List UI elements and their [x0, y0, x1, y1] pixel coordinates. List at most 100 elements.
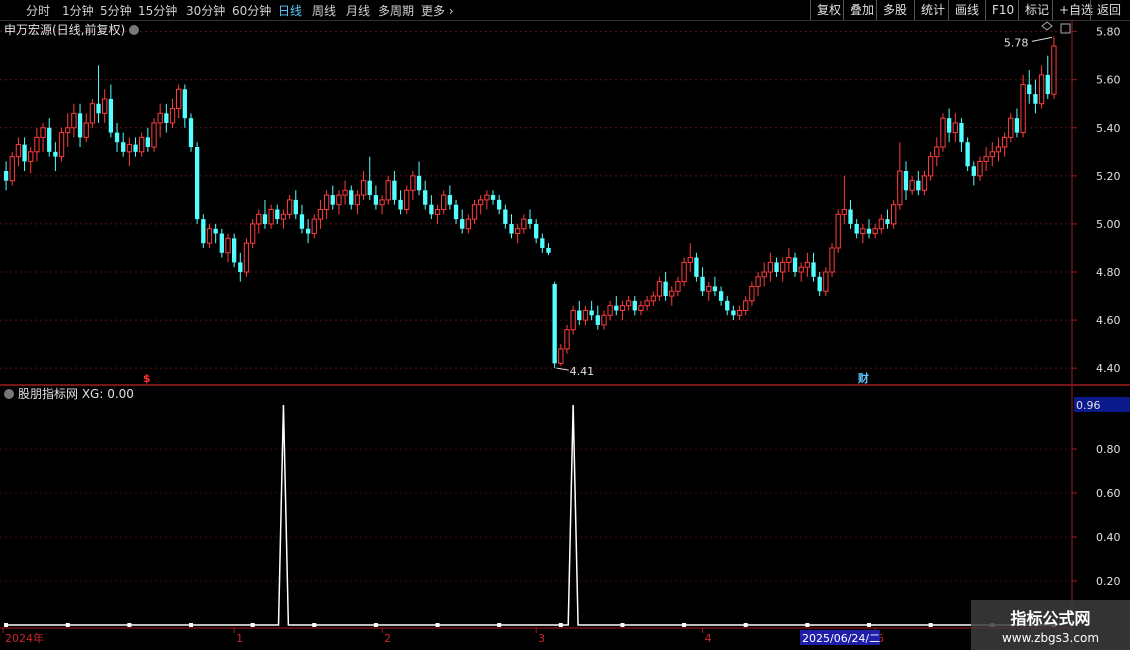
xg-point — [4, 623, 9, 627]
candle-body — [3, 171, 9, 181]
candle-body — [552, 284, 557, 364]
watermark-title: 指标公式网 — [1010, 609, 1091, 628]
candle-body — [625, 300, 632, 307]
candle-body — [416, 175, 422, 191]
candle-body — [916, 180, 921, 191]
main-ytick-label: 5.80 — [1096, 26, 1121, 39]
xtick-label: 2 — [384, 632, 391, 645]
candle-body — [527, 219, 533, 224]
main-ytick-label: 4.40 — [1096, 362, 1121, 375]
candle-body — [582, 309, 589, 321]
candle-body — [848, 209, 853, 224]
candle-body — [829, 247, 835, 273]
candle-body — [934, 146, 940, 158]
xg-point — [250, 623, 255, 627]
candle-body — [891, 204, 897, 225]
candle-body — [206, 228, 213, 244]
candle-body — [133, 144, 138, 152]
candle-body — [755, 276, 761, 287]
candle-body — [706, 285, 712, 292]
candle-body — [392, 180, 397, 200]
candle-body — [354, 194, 361, 206]
candle-body — [619, 305, 626, 311]
candle-body — [687, 257, 693, 263]
candle-body — [638, 305, 644, 311]
candle-body — [471, 204, 478, 220]
high-arrow — [1031, 36, 1053, 42]
candle-body — [323, 194, 330, 211]
candle-body — [330, 195, 335, 205]
candle-body — [515, 228, 521, 235]
candle-body — [897, 170, 903, 206]
candle-body — [40, 127, 46, 138]
candle-body — [77, 113, 83, 138]
candle-body — [465, 218, 472, 230]
candle-body — [373, 195, 379, 205]
xg-point — [497, 623, 502, 627]
candle-body — [1008, 117, 1014, 138]
xtick-label: 2024年 — [5, 631, 44, 645]
candle-body — [835, 213, 841, 249]
candle-body — [108, 98, 114, 133]
candle-body — [589, 310, 594, 316]
candle-body — [275, 209, 280, 220]
candle-body — [736, 309, 743, 316]
xg-point — [928, 623, 933, 627]
main-ytick-label: 5.60 — [1096, 74, 1121, 87]
xg-point — [188, 623, 193, 627]
candle-body — [700, 276, 705, 292]
candle-body — [447, 195, 453, 205]
candle-body — [546, 247, 551, 253]
candle-body — [182, 89, 187, 119]
candle-body — [268, 209, 274, 225]
watermark-url: www.zbgs3.com — [1001, 631, 1100, 645]
candle-body — [903, 171, 909, 191]
candle-body — [367, 180, 372, 196]
candle-body — [1051, 45, 1057, 95]
candle-body — [256, 213, 262, 225]
candle-body — [243, 242, 250, 273]
candle-body — [188, 118, 194, 148]
indicator-title: 股朋指标网 XG: 0.00 — [18, 386, 134, 401]
candle-body — [927, 156, 934, 177]
candle-body — [959, 122, 964, 143]
candle-body — [47, 127, 52, 152]
candle-body — [675, 281, 681, 292]
candle-body — [1045, 74, 1050, 95]
candle-body — [293, 199, 298, 215]
candle-body — [286, 199, 293, 215]
candle-body — [860, 228, 866, 235]
chevron-down-icon — [129, 25, 139, 35]
candle-body — [379, 199, 385, 206]
candle-body — [349, 190, 354, 205]
candle-body — [644, 300, 650, 307]
xg-point — [435, 623, 440, 627]
xg-point — [127, 623, 132, 627]
xtick-label: 4 — [705, 632, 712, 645]
candle-body — [731, 310, 736, 316]
candle-body — [139, 136, 145, 153]
candle-body — [225, 237, 231, 254]
candle-body — [305, 228, 311, 234]
candle-body — [195, 147, 200, 220]
candle-body — [946, 118, 952, 133]
current-value: 0.96 — [1076, 399, 1101, 412]
high-label: 5.78 — [1004, 36, 1029, 49]
candle-body — [53, 151, 58, 157]
candle-body — [176, 88, 182, 110]
candle-body — [1014, 118, 1020, 133]
candle-body — [509, 223, 514, 234]
candle-body — [311, 218, 317, 235]
candle-body — [238, 262, 243, 273]
candle-body — [490, 195, 496, 200]
candle-body — [65, 127, 71, 134]
watermark: 指标公式网 www.zbgs3.com — [971, 600, 1130, 650]
candle-body — [317, 209, 324, 220]
xg-point — [805, 623, 810, 627]
candle-body — [774, 262, 779, 273]
candle-body — [441, 194, 447, 211]
candle-body — [460, 219, 465, 229]
candle-body — [151, 122, 157, 148]
candle-body — [15, 144, 22, 158]
candle-body — [940, 117, 946, 148]
